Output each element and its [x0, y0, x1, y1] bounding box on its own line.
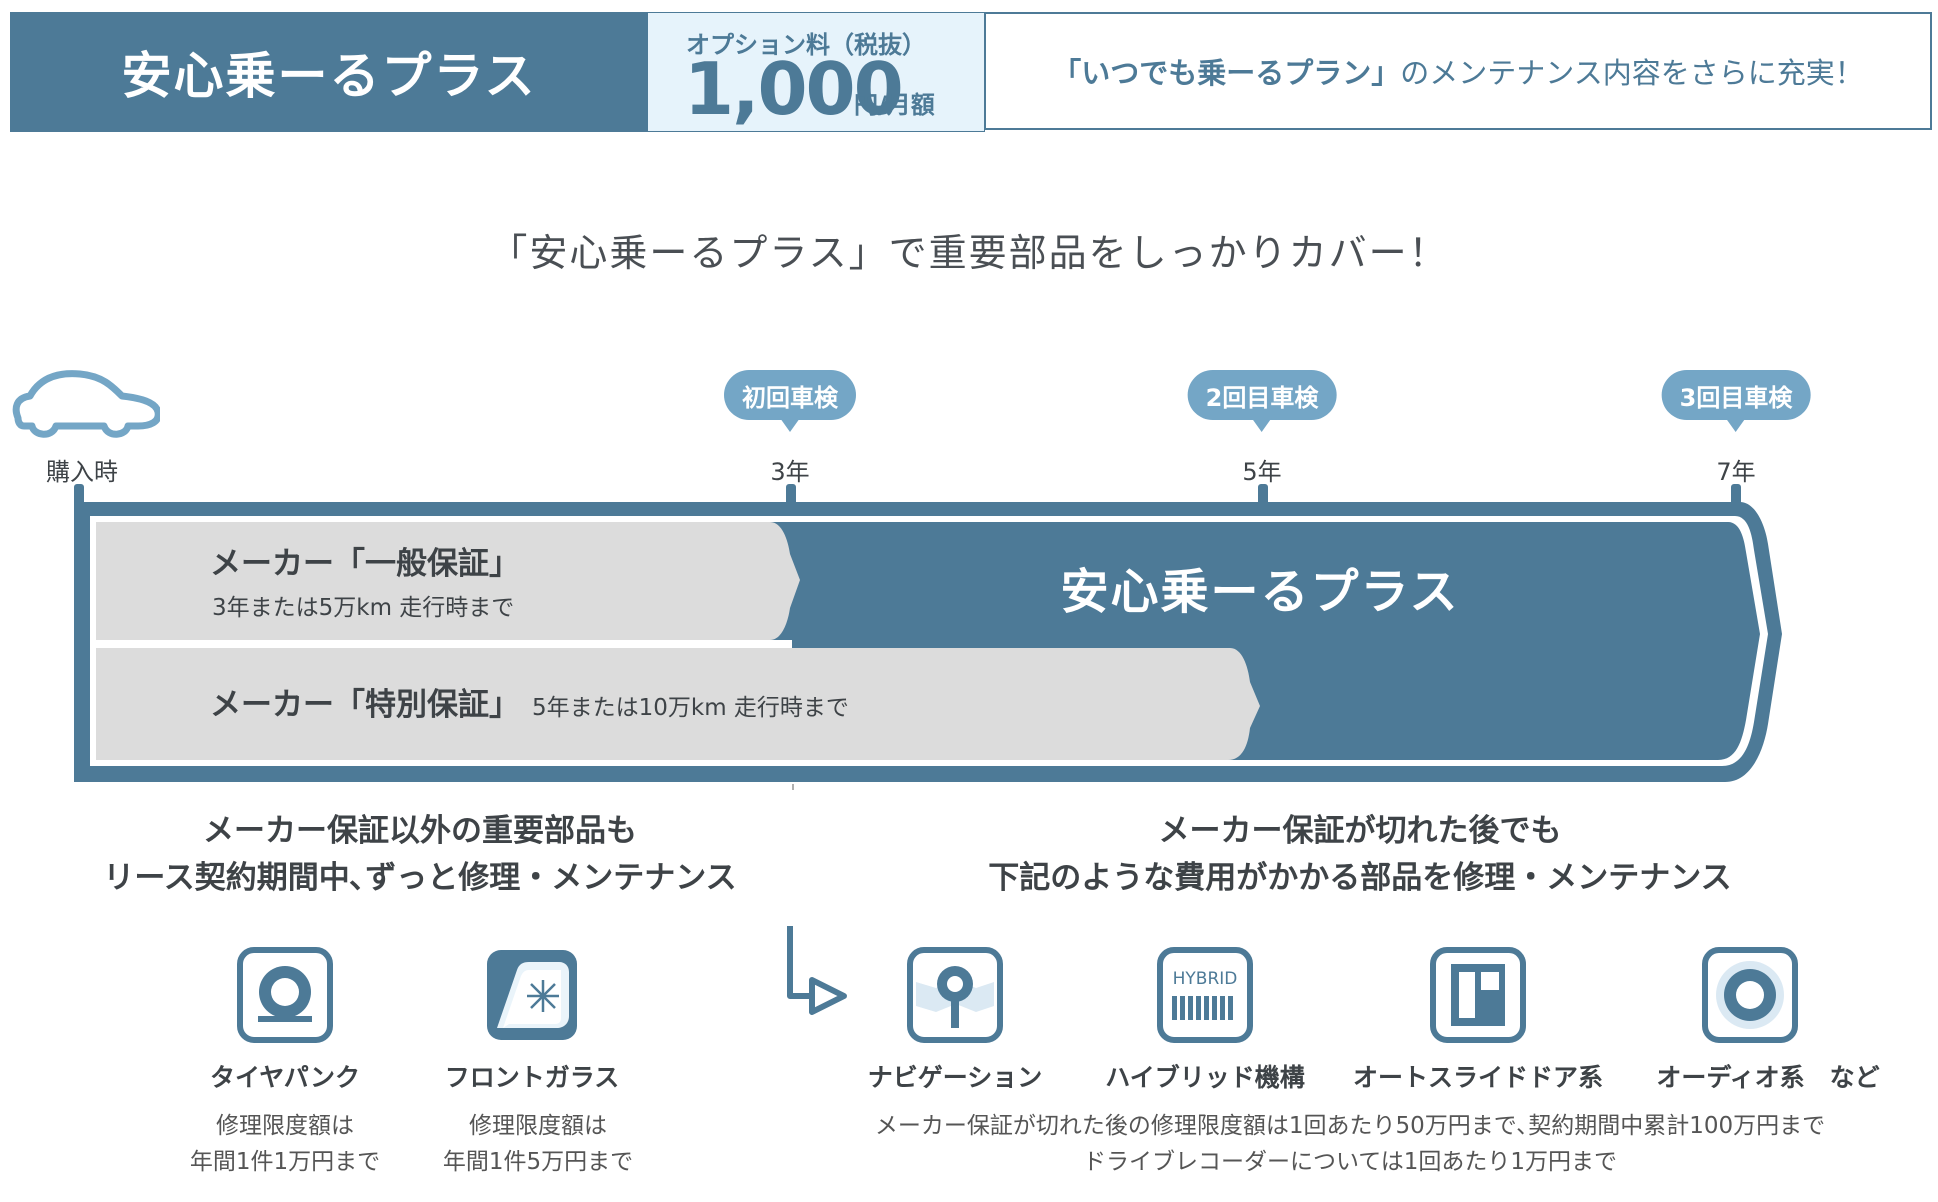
badge-second-inspection: 2回目車検: [1187, 370, 1337, 432]
right-explanation: メーカー保証が切れた後でも 下記のような費用がかかる部品を修理・メンテナンス: [900, 808, 1820, 902]
right-explanation-line2: 下記のような費用がかかる部品を修理・メンテナンス: [988, 860, 1732, 896]
windshield-icon: [483, 946, 581, 1044]
message-plan-name: 「いつでも乗ーるプラン」: [1052, 56, 1401, 90]
left-explanation-line1: メーカー保証以外の重要部品も: [203, 813, 637, 849]
plan-title: 安心乗ーるプラス: [10, 12, 648, 132]
part-note-windshield: 修理限度額は 年間1件5万円まで: [442, 1113, 634, 1175]
navigation-icon: [906, 946, 1004, 1044]
special-warranty-note: 5年または10万km 走行時まで: [532, 695, 849, 721]
headline: 「安心乗ーるプラス」で重要部品をしっかりカバー！: [489, 231, 1449, 275]
tire-icon: [236, 946, 334, 1044]
badge-pointer: [780, 418, 800, 432]
part-name-hybrid: ハイブリッド機構: [1105, 1063, 1305, 1092]
part-name-tire: タイヤパンク: [209, 1063, 361, 1092]
hybrid-icon: HYBRID: [1156, 946, 1254, 1044]
plus-coverage-label: 安心乗ーるプラス: [1060, 564, 1460, 620]
part-name-navigation: ナビゲーション: [867, 1063, 1043, 1092]
part-note-tire: 修理限度額は 年間1件1万円まで: [189, 1113, 381, 1175]
part-name-slide-door: オートスライドドア系: [1352, 1063, 1604, 1092]
left-explanation: メーカー保証以外の重要部品も リース契約期間中､ずっと修理・メンテナンス: [60, 808, 780, 902]
message-text: のメンテナンス内容をさらに充実！: [1400, 56, 1864, 90]
part-name-windshield: フロントガラス: [444, 1063, 620, 1092]
header-banner: 安心乗ーるプラス オプション料（税抜） 1,000 円/月額 「いつでも乗ーるプ…: [10, 12, 1932, 132]
price-box: オプション料（税抜） 1,000 円/月額: [648, 12, 985, 132]
general-warranty-title: メーカー「一般保証」: [210, 546, 520, 582]
header-message: 「いつでも乗ーるプラン」 のメンテナンス内容をさらに充実！: [984, 12, 1932, 130]
left-explanation-line2: リース契約期間中､ずっと修理・メンテナンス: [103, 860, 737, 896]
coverage-timeline: [0, 484, 1938, 904]
general-warranty-note: 3年または5万km 走行時まで: [212, 595, 515, 621]
timeline-start-label: 購入時: [46, 458, 118, 486]
right-explanation-line1: メーカー保証が切れた後でも: [1158, 813, 1562, 849]
timeline-label-3y: 3年: [770, 458, 810, 486]
part-name-audio: オーディオ系 など: [1656, 1063, 1880, 1092]
right-limit-note-line2: ドライブレコーダーについては1回あたり1万円まで: [1082, 1149, 1618, 1175]
badge-third-inspection: 3回目車検: [1661, 370, 1811, 432]
arrow-right-icon: [782, 920, 852, 1020]
badge-label: 2回目車検: [1187, 370, 1337, 420]
slide-door-icon: [1429, 946, 1527, 1044]
right-limit-note: メーカー保証が切れた後の修理限度額は1回あたり50万円まで､契約期間中累計100…: [875, 1108, 1825, 1180]
hybrid-icon-text: HYBRID: [1173, 969, 1238, 989]
timeline-label-5y: 5年: [1242, 458, 1282, 486]
timeline-label-7y: 7年: [1716, 458, 1756, 486]
price-unit: 円/月額: [854, 91, 935, 119]
badge-pointer: [1725, 418, 1746, 432]
badge-pointer: [1251, 418, 1272, 432]
right-limit-note-line1: メーカー保証が切れた後の修理限度額は1回あたり50万円まで､契約期間中累計100…: [874, 1113, 1826, 1139]
special-warranty-title: メーカー「特別保証」: [210, 687, 520, 723]
audio-icon: [1701, 946, 1799, 1044]
badge-label: 初回車検: [724, 370, 856, 420]
badge-label: 3回目車検: [1661, 370, 1811, 420]
badge-first-inspection: 初回車検: [724, 370, 856, 432]
car-icon: [10, 368, 162, 440]
